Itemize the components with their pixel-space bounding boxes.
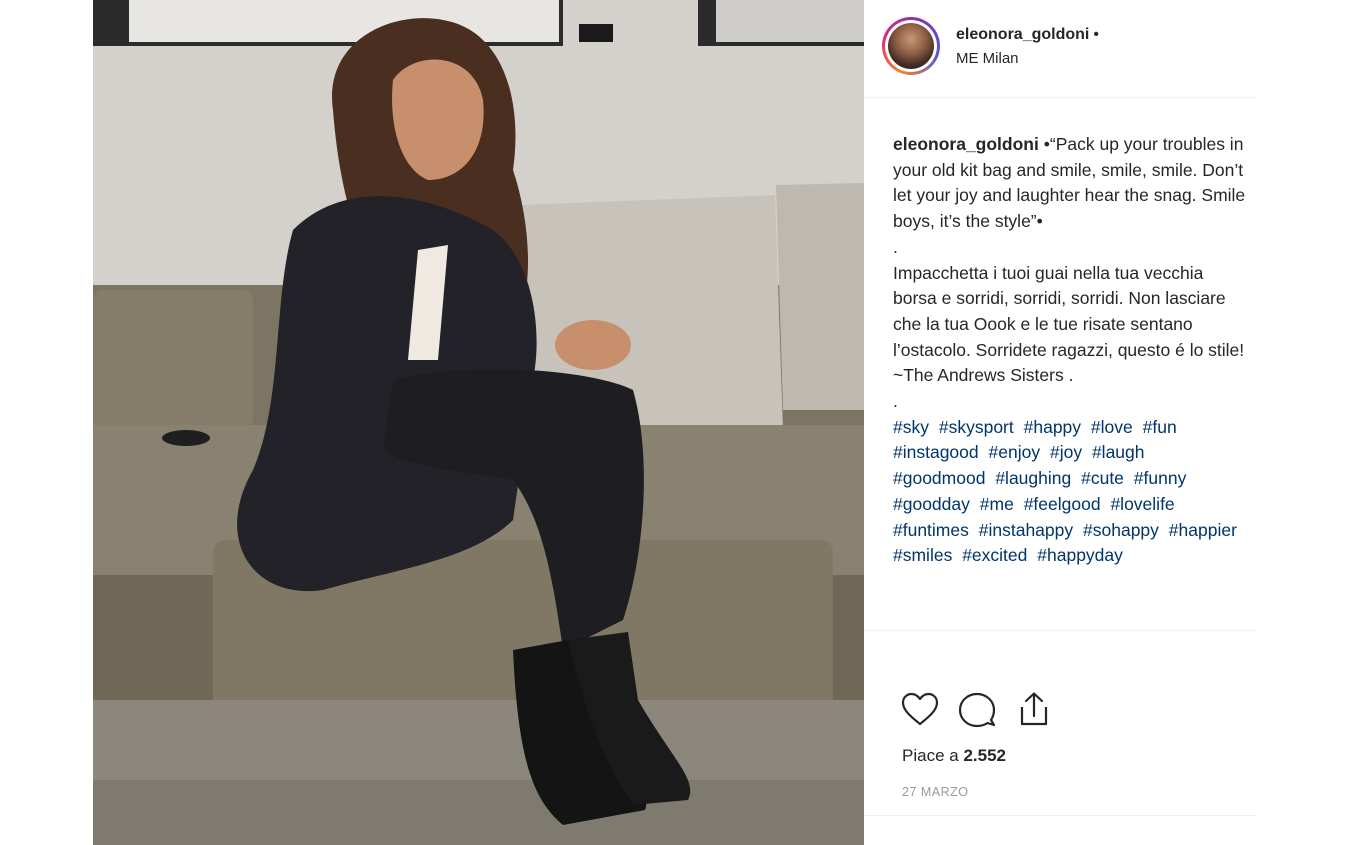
hashtag-link[interactable]: #funny: [1134, 468, 1187, 488]
avatar: [885, 20, 937, 72]
comment-icon: [958, 692, 996, 728]
caption-dot-1: .: [893, 236, 898, 257]
caption-italian: Impacchetta i tuoi guai nella tua vecchi…: [893, 262, 1245, 386]
divider: [864, 630, 1256, 631]
comment-button[interactable]: [957, 690, 997, 730]
caption-username[interactable]: eleonora_goldoni: [893, 134, 1039, 154]
likes-number[interactable]: 2.552: [963, 746, 1006, 765]
hashtag-list: #sky #skysport #happy #love #fun #instag…: [893, 415, 1248, 569]
hashtag-link[interactable]: #feelgood: [1024, 494, 1101, 514]
hashtag-link[interactable]: #happy: [1024, 417, 1081, 437]
post-panel: eleonora_goldoni • ME Milan eleonora_gold…: [864, 0, 1256, 845]
photo-illustration: [93, 0, 864, 845]
share-icon: [1020, 692, 1048, 726]
avatar-image: [888, 23, 934, 69]
hashtag-link[interactable]: #lovelife: [1110, 494, 1174, 514]
post-photo[interactable]: [93, 0, 864, 845]
avatar-story-ring[interactable]: [882, 17, 940, 75]
post-date[interactable]: 27 MARZO: [902, 785, 969, 799]
caption-dot-2: .: [893, 391, 898, 412]
username-link[interactable]: eleonora_goldoni •: [956, 26, 1099, 44]
hashtag-link[interactable]: #love: [1091, 417, 1133, 437]
hashtag-link[interactable]: #laughing: [995, 468, 1071, 488]
post-header: eleonora_goldoni • ME Milan: [864, 0, 1256, 98]
username-text[interactable]: eleonora_goldoni: [956, 26, 1089, 43]
hashtag-link[interactable]: #laugh: [1092, 442, 1145, 462]
hashtag-link[interactable]: #goodmood: [893, 468, 985, 488]
hashtag-link[interactable]: #excited: [962, 545, 1027, 565]
hashtag-link[interactable]: #joy: [1050, 442, 1082, 462]
divider-bottom: [864, 815, 1256, 816]
share-button[interactable]: [1014, 690, 1054, 730]
location-link[interactable]: ME Milan: [956, 50, 1019, 67]
hashtag-link[interactable]: #happier: [1169, 520, 1237, 540]
hashtag-link[interactable]: #skysport: [939, 417, 1014, 437]
hashtag-link[interactable]: #fun: [1143, 417, 1177, 437]
hashtag-link[interactable]: #smiles: [893, 545, 952, 565]
likes-count[interactable]: Piace a 2.552: [902, 746, 1006, 766]
likes-label: Piace a: [902, 746, 959, 765]
hashtag-link[interactable]: #cute: [1081, 468, 1124, 488]
hashtag-link[interactable]: #instagood: [893, 442, 979, 462]
hashtag-link[interactable]: #me: [980, 494, 1014, 514]
hashtag-link[interactable]: #goodday: [893, 494, 970, 514]
hashtag-link[interactable]: #funtimes: [893, 520, 969, 540]
hashtag-link[interactable]: #sohappy: [1083, 520, 1159, 540]
post-caption: eleonora_goldoni •“Pack up your troubles…: [893, 132, 1248, 569]
like-button[interactable]: [900, 690, 940, 730]
hashtag-link[interactable]: #sky: [893, 417, 929, 437]
hashtag-link[interactable]: #enjoy: [989, 442, 1041, 462]
separator-dot: •: [1093, 26, 1099, 43]
hashtag-link[interactable]: #instahappy: [979, 520, 1073, 540]
hashtag-link[interactable]: #happyday: [1037, 545, 1123, 565]
heart-icon: [901, 692, 939, 726]
